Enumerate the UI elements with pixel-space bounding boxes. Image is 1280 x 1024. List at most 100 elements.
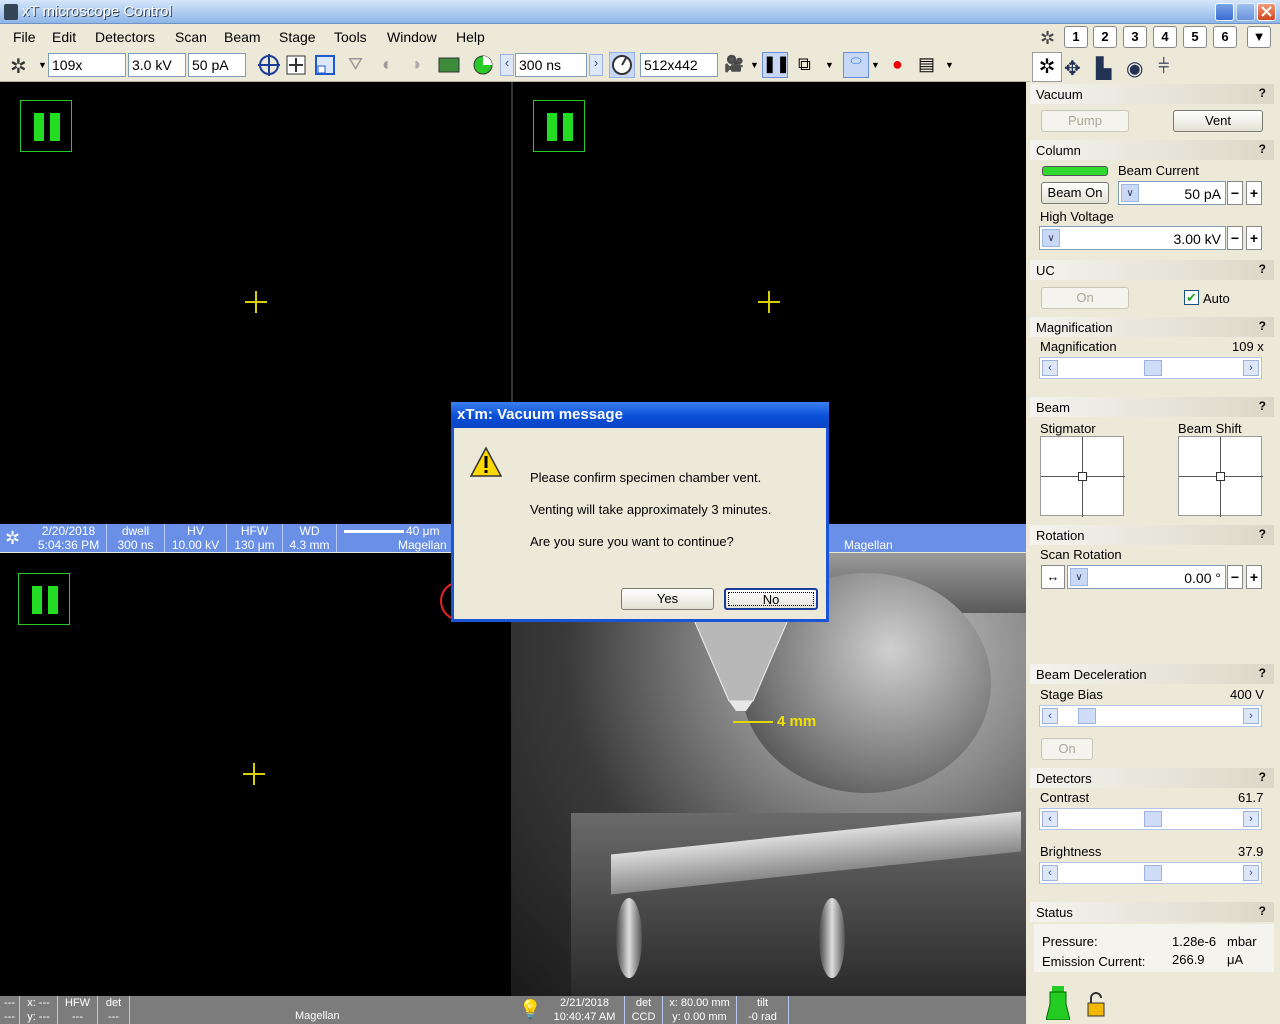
pages-dropdown-button[interactable]: ▼ [1247,26,1271,48]
high-voltage-spinner[interactable]: ∨ 3.00 kV [1039,226,1226,250]
chevron-left-icon[interactable]: ‹ [1042,708,1058,724]
beam-current-spinner[interactable]: ∨ 50 pA [1118,181,1226,205]
brightness-slider[interactable]: ‹ › [1039,862,1262,884]
quad-view-icon[interactable]: ⧉ [798,54,820,76]
image-icon[interactable] [438,54,460,76]
pump-button[interactable]: Pump [1041,110,1129,132]
magnification-slider[interactable]: ‹ › [1039,357,1262,379]
beam-current-decrease-button[interactable]: − [1227,181,1243,205]
help-icon[interactable]: ? [1259,904,1266,918]
reduced-area-icon[interactable] [314,54,336,76]
tab-beam-icon[interactable]: ✲ [1032,52,1062,82]
filter-icon[interactable]: ⛛ [348,54,370,76]
page-button-6[interactable]: 6 [1213,26,1237,48]
rotation-increase-button[interactable]: + [1246,565,1262,589]
horizontal-flip-button[interactable]: ↔ [1041,565,1065,589]
menu-window[interactable]: Window [387,29,437,45]
vent-button[interactable]: Vent [1173,110,1263,132]
help-icon[interactable]: ? [1259,399,1266,413]
menu-scan[interactable]: Scan [175,29,207,45]
uc-on-button[interactable]: On [1041,287,1129,309]
scan-rotation-spinner[interactable]: ∨ 0.00 ° [1067,565,1226,589]
record-icon[interactable]: ● [892,54,914,76]
chevron-left-icon[interactable]: ‹ [1042,360,1058,376]
dropdown-arrow-icon[interactable]: ▼ [871,60,881,82]
help-icon[interactable]: ? [1259,262,1266,276]
dropdown-arrow-icon[interactable]: ▼ [825,60,835,82]
yes-button[interactable]: Yes [621,588,714,610]
dropdown-arrow-icon[interactable]: ▼ [750,60,760,82]
high-voltage-field[interactable]: 3.0 kV [128,53,186,77]
rotation-decrease-button[interactable]: − [1227,565,1243,589]
menu-stage[interactable]: Stage [279,29,316,45]
chevron-down-icon[interactable]: ∨ [1042,229,1060,247]
dwell-decrease-button[interactable]: ‹ [500,54,514,76]
menu-file[interactable]: File [13,29,36,45]
quad-1-image[interactable] [0,82,511,524]
beam-current-increase-button[interactable]: + [1246,181,1262,205]
chevron-right-icon[interactable]: › [1243,865,1259,881]
tab-stage-icon[interactable]: ▙ [1096,56,1111,81]
chevron-left-icon[interactable]: ‹ [1042,865,1058,881]
camera-icon[interactable]: 🎥 [724,54,746,76]
chevron-right-icon[interactable]: › [1243,811,1259,827]
dropdown-arrow-icon[interactable]: ▼ [38,60,48,82]
page-button-5[interactable]: 5 [1183,26,1207,48]
high-voltage-increase-button[interactable]: + [1246,226,1262,250]
tab-navigation-icon[interactable]: ✥ [1064,56,1081,81]
page-button-3[interactable]: 3 [1123,26,1147,48]
lock-icon[interactable] [1086,992,1106,1018]
scan-speed-icon[interactable] [609,52,635,78]
chevron-left-icon[interactable]: ‹ [1042,811,1058,827]
beam-shift-pad[interactable] [1178,436,1263,517]
high-voltage-decrease-button[interactable]: − [1227,226,1243,250]
page-button-4[interactable]: 4 [1153,26,1177,48]
beam-current-field[interactable]: 50 pA [188,53,246,77]
scan-progress-icon[interactable] [472,54,494,76]
chevron-right-icon[interactable]: › [1243,360,1259,376]
menu-help[interactable]: Help [456,29,485,45]
slider-thumb[interactable] [1078,708,1096,724]
center-box-icon[interactable] [285,54,307,76]
beam-on-button[interactable]: Beam On [1041,182,1109,204]
menu-tools[interactable]: Tools [334,29,367,45]
dwell-increase-button[interactable]: › [589,54,603,76]
dwell-time-field[interactable]: 300 ns [515,53,587,77]
magnification-field[interactable]: 109x [48,53,126,77]
chevron-right-icon[interactable]: › [1243,708,1259,724]
help-icon[interactable]: ? [1259,666,1266,680]
chamber-status-icon[interactable] [1046,986,1070,1020]
beam-decel-on-button[interactable]: On [1041,738,1093,760]
dropdown-arrow-icon[interactable]: ▼ [945,60,955,82]
brightness-icon[interactable]: ◑ [410,54,432,76]
quad-3-image[interactable] [0,553,511,996]
help-icon[interactable]: ? [1259,527,1266,541]
crosshair-target-icon[interactable] [258,54,280,76]
menu-beam[interactable]: Beam [224,29,261,45]
no-button[interactable]: No [724,588,818,610]
lightbulb-icon[interactable]: 💡 [519,999,541,1020]
contrast-icon[interactable]: ◐ [382,54,404,76]
tab-adjust-icon[interactable]: ⫩ [1158,56,1169,79]
menu-detectors[interactable]: Detectors [95,29,155,45]
film-strip-icon[interactable]: ▤ [918,54,940,76]
tab-view-icon[interactable]: ◉ [1126,56,1143,81]
atom-icon[interactable]: ✲ [10,54,32,78]
help-icon[interactable]: ? [1259,319,1266,333]
stigmator-handle[interactable] [1078,472,1087,481]
lens-icon[interactable]: ⬭ [843,52,869,78]
beam-shift-handle[interactable] [1216,472,1225,481]
slider-thumb[interactable] [1144,865,1162,881]
slider-thumb[interactable] [1144,811,1162,827]
chevron-down-icon[interactable]: ∨ [1121,184,1139,202]
auto-checkbox[interactable]: ✔ [1184,290,1199,305]
page-button-2[interactable]: 2 [1093,26,1117,48]
page-button-1[interactable]: 1 [1064,26,1088,48]
resolution-field[interactable]: 512x442 [640,53,718,77]
stigmator-pad[interactable] [1040,436,1125,517]
help-icon[interactable]: ? [1259,86,1266,100]
help-icon[interactable]: ? [1259,770,1266,784]
contrast-slider[interactable]: ‹ › [1039,808,1262,830]
pause-scan-button[interactable]: ❚❚ [762,52,790,78]
stage-bias-slider[interactable]: ‹ › [1039,705,1262,727]
